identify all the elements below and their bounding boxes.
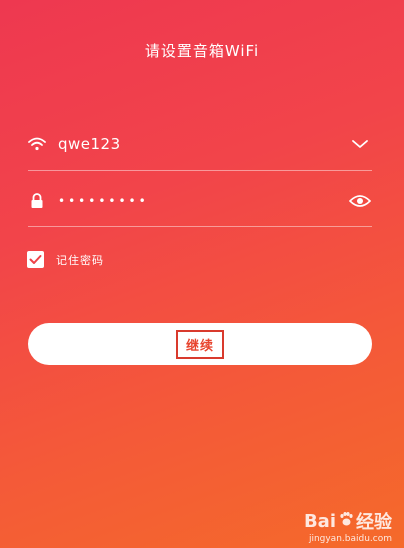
checkmark-icon xyxy=(29,255,42,264)
eye-icon[interactable] xyxy=(348,189,372,213)
watermark-brand-left: Bai xyxy=(303,510,336,532)
ssid-value[interactable]: qwe123 xyxy=(58,135,348,153)
remember-password-option[interactable]: 记住密码 xyxy=(27,251,104,268)
wifi-setup-screen: 请设置音箱WiFi qwe123 ••••••••• 记住密码 继续 Bai 经… xyxy=(0,0,404,548)
baidu-jingyan-watermark: Bai 经验 jingyan.baidu.com xyxy=(304,508,392,545)
lock-icon xyxy=(28,192,46,210)
remember-checkbox[interactable] xyxy=(27,251,44,268)
continue-button[interactable]: 继续 xyxy=(28,323,372,365)
password-divider xyxy=(28,226,372,227)
chevron-down-icon[interactable] xyxy=(348,132,372,156)
password-field[interactable]: ••••••••• xyxy=(28,179,372,223)
watermark-url: jingyan.baidu.com xyxy=(308,534,392,544)
ssid-divider xyxy=(28,170,372,171)
password-value[interactable]: ••••••••• xyxy=(58,194,348,208)
paw-icon xyxy=(338,511,354,532)
continue-button-label: 继续 xyxy=(175,329,224,359)
ssid-field[interactable]: qwe123 xyxy=(28,122,372,166)
watermark-brand-right: 经验 xyxy=(356,512,392,533)
watermark-brand: Bai 经验 xyxy=(304,508,392,534)
wifi-icon xyxy=(28,135,46,153)
page-title: 请设置音箱WiFi xyxy=(144,42,260,60)
remember-password-label: 记住密码 xyxy=(56,253,104,267)
